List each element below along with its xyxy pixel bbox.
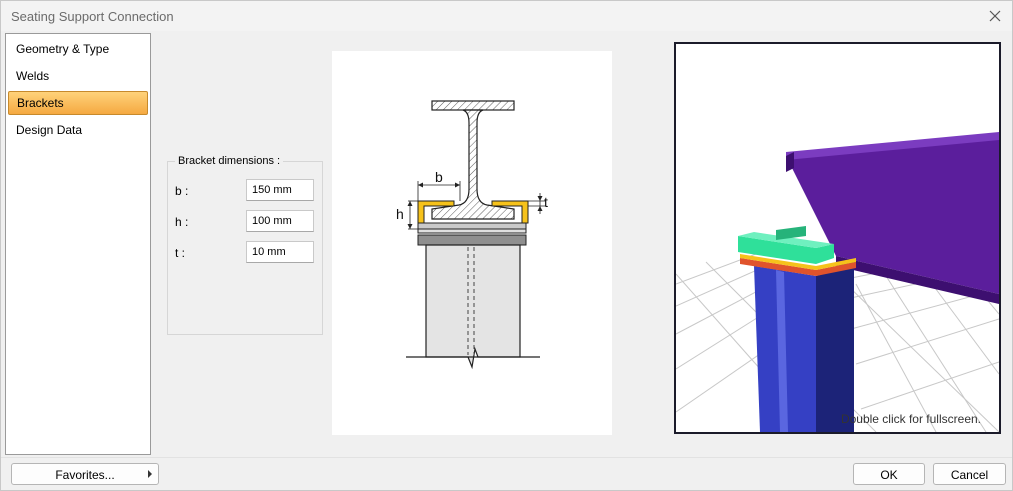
- favorites-button[interactable]: Favorites...: [11, 463, 159, 485]
- ok-button[interactable]: OK: [853, 463, 925, 485]
- 3d-view[interactable]: Double click for fullscreen.: [674, 42, 1001, 434]
- bracket-diagram-panel: b h t: [332, 51, 612, 435]
- t-input[interactable]: [246, 241, 314, 263]
- cancel-label: Cancel: [950, 468, 989, 482]
- nav-item-label: Brackets: [17, 96, 64, 110]
- title-bar: Seating Support Connection: [1, 1, 1012, 31]
- favorites-label: Favorites...: [55, 468, 115, 482]
- green-plate-top: [776, 226, 806, 240]
- bracket-diagram: b h t: [396, 100, 548, 370]
- dimension-h-label: h: [396, 206, 404, 222]
- footer-separator: [1, 457, 1012, 458]
- dimension-t-label: t: [544, 194, 548, 210]
- t-label: t :: [175, 246, 186, 260]
- nav-item-geometry-type[interactable]: Geometry & Type: [8, 37, 148, 61]
- cap-plate: [417, 234, 527, 246]
- nav-item-label: Geometry & Type: [16, 42, 110, 56]
- ok-label: OK: [880, 468, 898, 482]
- middle-plate: [417, 228, 527, 234]
- close-button[interactable]: [984, 5, 1006, 27]
- column-3d: [754, 266, 854, 432]
- nav-item-design-data[interactable]: Design Data: [8, 118, 148, 142]
- column-section: [406, 244, 540, 370]
- window-title: Seating Support Connection: [11, 9, 174, 24]
- cancel-button[interactable]: Cancel: [933, 463, 1006, 485]
- nav-item-label: Design Data: [16, 123, 83, 137]
- h-label: h :: [175, 215, 189, 229]
- dimension-b-label: b: [435, 169, 443, 185]
- section-nav: Geometry & Type Welds Brackets Design Da…: [5, 33, 151, 455]
- nav-item-brackets[interactable]: Brackets: [8, 91, 148, 115]
- h-input[interactable]: [246, 210, 314, 232]
- fullscreen-hint: Double click for fullscreen.: [840, 412, 981, 426]
- dimension-h: h: [396, 200, 418, 230]
- nav-item-label: Welds: [16, 69, 50, 83]
- bracket-dimensions-title: Bracket dimensions :: [175, 155, 284, 167]
- b-input[interactable]: [246, 179, 314, 201]
- b-label: b :: [175, 184, 189, 198]
- dimension-t: t: [528, 193, 548, 214]
- dimension-b: b: [417, 169, 461, 201]
- close-icon: [989, 10, 1001, 22]
- upper-plate: [417, 222, 527, 230]
- nav-item-welds[interactable]: Welds: [8, 64, 148, 88]
- chevron-right-icon: [148, 470, 152, 478]
- 3d-model-render: [676, 132, 999, 432]
- dialog-window: Seating Support Connection Geometry & Ty…: [0, 0, 1013, 491]
